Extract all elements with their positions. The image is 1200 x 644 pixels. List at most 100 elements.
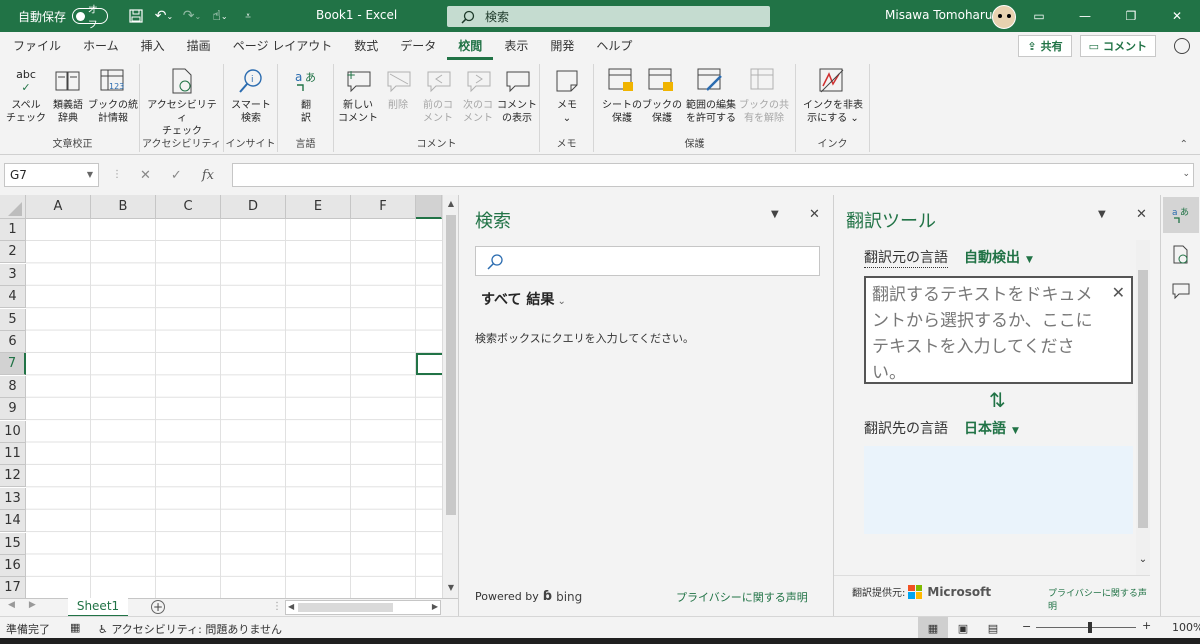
sheet-tab-sheet1[interactable]: Sheet1 <box>68 598 128 617</box>
tab-data[interactable]: データ <box>389 32 447 60</box>
row-header[interactable]: 2 <box>0 241 26 264</box>
clear-text-icon[interactable]: ✕ <box>1112 280 1125 306</box>
search-input[interactable] <box>475 246 820 276</box>
scroll-down-icon[interactable]: ▼ <box>443 583 458 592</box>
protect-workbook-button[interactable]: ブックの 保護 <box>642 66 682 125</box>
tab-draw[interactable]: 描画 <box>176 32 222 60</box>
translator-icon[interactable]: aあ <box>1163 197 1199 233</box>
tab-developer[interactable]: 開発 <box>539 32 585 60</box>
close-pane-icon[interactable]: ✕ <box>809 207 820 222</box>
spelling-button[interactable]: abc ✓ スペル チェック <box>6 66 46 125</box>
translator-privacy-link[interactable]: プライバシーに関する声明 <box>1048 586 1150 612</box>
workbook-stats-button[interactable]: 123 ブックの統 計情報 <box>88 66 138 125</box>
allow-edit-ranges-button[interactable]: 範囲の編集 を許可する <box>682 66 740 125</box>
row-header[interactable]: 16 <box>0 555 26 577</box>
row-header[interactable]: 1 <box>0 219 26 241</box>
translate-button[interactable]: aあ 翻 訳 <box>286 66 326 125</box>
translation-input[interactable]: 翻訳するテキストをドキュメントから選択するか、ここにテキストを入力してください。… <box>864 276 1133 384</box>
autosave-toggle[interactable]: オフ <box>72 5 109 31</box>
tab-insert[interactable]: 挿入 <box>130 32 176 60</box>
comments-button[interactable]: ▭ コメント <box>1079 35 1156 57</box>
row-header[interactable]: 14 <box>0 510 26 533</box>
tab-view[interactable]: 表示 <box>493 32 539 60</box>
close-pane-icon[interactable]: ✕ <box>1136 207 1147 222</box>
scroll-up-icon[interactable]: ▲ <box>443 199 458 208</box>
row-header[interactable]: 6 <box>0 331 26 353</box>
vertical-scroll-thumb[interactable] <box>446 215 456 515</box>
cancel-icon[interactable]: ✕ <box>140 168 151 183</box>
notes-button[interactable]: メモ ⌄ <box>546 66 588 125</box>
collapse-ribbon-icon[interactable]: ⌃ <box>1180 139 1188 150</box>
formula-bar-grip[interactable]: ⋮ <box>112 169 122 180</box>
title-search-box[interactable]: 検索 <box>447 6 770 27</box>
chevron-down-icon[interactable]: ▼ <box>87 164 93 186</box>
autosave-control[interactable]: 自動保存 オフ <box>18 5 109 31</box>
zoom-in-icon[interactable]: + <box>1142 619 1151 632</box>
sheet-nav-icons[interactable]: ◀▶ <box>8 600 50 610</box>
search-results-filter[interactable]: すべて 結果 ⌄ <box>481 289 566 309</box>
share-button[interactable]: ⇪ 共有 <box>1018 35 1072 57</box>
check-accessibility-button[interactable]: アクセシビリティ チェック <box>144 66 220 138</box>
minimize-icon[interactable]: — <box>1062 0 1108 32</box>
row-header[interactable]: 15 <box>0 532 26 555</box>
previous-comment-button[interactable]: 前のコ メント <box>418 66 458 125</box>
column-header-g[interactable] <box>416 195 442 219</box>
column-header-d[interactable]: D <box>221 195 286 219</box>
column-header-e[interactable]: E <box>286 195 351 219</box>
tab-review[interactable]: 校閲 <box>447 32 494 60</box>
tab-formulas[interactable]: 数式 <box>343 32 389 60</box>
redo-icon[interactable]: ↷ ⌄ <box>178 0 206 32</box>
target-language-dropdown[interactable]: 日本語 ▼ <box>964 418 1019 438</box>
thesaurus-button[interactable]: 類義語 辞典 <box>48 66 88 125</box>
formula-input[interactable] <box>232 163 1194 187</box>
row-header[interactable]: 17 <box>0 577 26 598</box>
new-comment-button[interactable]: + 新しい コメント <box>338 66 378 125</box>
row-header[interactable]: 13 <box>0 487 26 510</box>
search-privacy-link[interactable]: プライバシーに関する声明 <box>676 589 808 605</box>
horizontal-scroll-thumb[interactable] <box>298 603 393 612</box>
row-header[interactable]: 4 <box>0 286 26 309</box>
row-header[interactable]: 8 <box>0 375 26 398</box>
avatar[interactable] <box>992 5 1016 29</box>
scroll-right-icon[interactable]: ▶ <box>432 602 438 611</box>
unshare-workbook-button[interactable]: ブックの共 有を解除 <box>738 66 790 125</box>
scroll-down-icon[interactable]: ⌄ <box>1136 554 1150 565</box>
page-layout-view-icon[interactable]: ▣ <box>948 617 978 639</box>
zoom-slider[interactable] <box>1036 622 1136 633</box>
expand-formula-bar-icon[interactable]: ⌄ <box>1182 169 1190 179</box>
row-header[interactable]: 10 <box>0 420 26 443</box>
tab-page-layout[interactable]: ページ レイアウト <box>222 32 344 60</box>
row-header[interactable]: 11 <box>0 443 26 465</box>
insert-function-icon[interactable]: fx <box>202 168 214 183</box>
row-header-selected[interactable]: 7 <box>0 353 26 376</box>
horizontal-scrollbar[interactable]: ◀ ▶ <box>285 600 441 615</box>
hide-ink-button[interactable]: インクを非表 示にする ⌄ <box>800 66 866 125</box>
source-language-dropdown[interactable]: 自動検出 ▼ <box>964 247 1033 267</box>
tab-file[interactable]: ファイル <box>2 32 72 60</box>
restore-icon[interactable]: ❐ <box>1108 0 1154 32</box>
user-name[interactable]: Misawa Tomoharu <box>885 8 992 22</box>
split-handle-icon[interactable]: ⋮ <box>272 601 282 612</box>
row-header[interactable]: 3 <box>0 263 26 286</box>
tab-home[interactable]: ホーム <box>72 32 130 60</box>
translator-scroll-thumb[interactable] <box>1138 270 1148 528</box>
pane-options-icon[interactable]: ▼ <box>1098 209 1106 220</box>
undo-icon[interactable]: ↶ ⌄ <box>150 0 178 32</box>
close-icon[interactable]: ✕ <box>1154 0 1200 32</box>
protect-sheet-button[interactable]: シートの 保護 <box>600 66 644 125</box>
row-header[interactable]: 12 <box>0 465 26 488</box>
save-icon[interactable] <box>122 0 150 32</box>
page-break-view-icon[interactable]: ▤ <box>978 617 1008 639</box>
translator-scrollbar[interactable]: ⌄ <box>1136 240 1150 575</box>
show-comments-button[interactable]: コメント の表示 <box>496 66 538 125</box>
swap-languages-icon[interactable]: ⇅ <box>989 388 1006 412</box>
feedback-smiley-icon[interactable] <box>1174 38 1190 54</box>
next-comment-button[interactable]: 次のコ メント <box>458 66 498 125</box>
select-all-corner[interactable] <box>0 195 26 219</box>
cell-area[interactable] <box>26 219 442 598</box>
comments-pane-icon[interactable] <box>1163 273 1199 309</box>
zoom-slider-knob[interactable] <box>1088 622 1092 633</box>
row-header[interactable]: 9 <box>0 398 26 421</box>
column-header-a[interactable]: A <box>26 195 91 219</box>
smart-lookup-button[interactable]: i スマート 検索 <box>228 66 274 125</box>
